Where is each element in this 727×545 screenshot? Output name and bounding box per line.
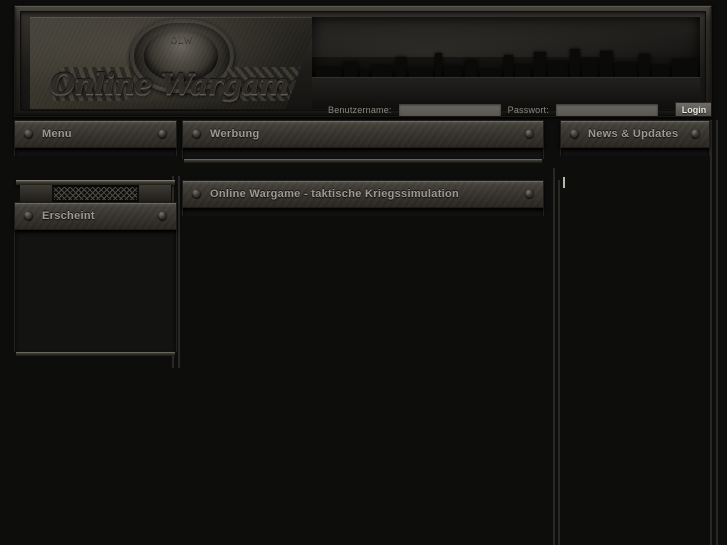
panel-erscheint-header[interactable]: Erscheint: [14, 202, 177, 230]
divider-right-inner: [558, 180, 560, 545]
rivet-icon: [192, 189, 201, 198]
password-input[interactable]: [555, 104, 658, 116]
emblem-icon: OLW: [130, 19, 234, 93]
panel-erscheint-body[interactable]: [14, 230, 177, 352]
panel-werbung: Werbung: [182, 120, 544, 163]
rivet-icon: [525, 189, 534, 198]
grille-icon: [20, 185, 171, 202]
panel-menu-header[interactable]: Menu: [14, 120, 177, 148]
rivet-icon: [158, 129, 167, 138]
panel-menu-body[interactable]: [14, 148, 177, 156]
text-cursor-caret: [563, 177, 565, 188]
werbung-bottom-rail: [184, 159, 542, 163]
divider-mid-right: [553, 168, 555, 545]
ruins-skyline-graphic: [312, 45, 700, 79]
middle-column: Werbung Online Wargame - taktische Krieg…: [182, 120, 544, 216]
rivet-icon: [525, 129, 534, 138]
panel-werbung-header[interactable]: Werbung: [182, 120, 544, 148]
panel-erscheint-title: Erscheint: [42, 210, 95, 222]
divider-page-right-edge: [710, 120, 712, 545]
wreath-decoration: [50, 61, 312, 109]
rivet-icon: [158, 211, 167, 220]
panel-menu: Menu: [14, 120, 177, 156]
page-root: OLW Online Wargame Benutzername: Passwor…: [0, 0, 727, 545]
grille-end-right: [139, 185, 171, 202]
panel-werbung-title: Werbung: [210, 128, 260, 140]
site-header-banner: OLW Online Wargame Benutzername: Passwor…: [14, 5, 712, 117]
username-input[interactable]: [398, 104, 501, 116]
rivet-icon: [24, 211, 33, 220]
divider-page-right-edge-2: [716, 120, 718, 545]
rivet-icon: [192, 129, 201, 138]
panel-news-title: News & Updates: [588, 128, 679, 140]
panel-content-title: Online Wargame - taktische Kriegssimulat…: [210, 188, 460, 200]
rivet-icon: [691, 129, 700, 138]
header-photo-banner: [312, 17, 700, 79]
site-logo-text: Online Wargame: [49, 67, 307, 101]
banner-inner-frame: OLW Online Wargame Benutzername: Passwor…: [20, 11, 711, 116]
login-button[interactable]: Login: [674, 101, 711, 116]
panel-news-body[interactable]: [560, 148, 710, 156]
emblem-label: OLW: [170, 35, 194, 45]
divider-left-column: [178, 176, 180, 368]
panel-content-body[interactable]: [182, 208, 544, 216]
panel-erscheint: Erscheint: [14, 202, 177, 356]
right-column: News & Updates: [560, 120, 710, 156]
password-label: Passwort:: [507, 105, 549, 115]
panel-news-header[interactable]: News & Updates: [560, 120, 710, 148]
logo-plaque[interactable]: OLW Online Wargame: [30, 17, 320, 109]
panel-news: News & Updates: [560, 120, 710, 156]
panel-content: Online Wargame - taktische Kriegssimulat…: [182, 180, 544, 216]
panel-werbung-body[interactable]: [182, 148, 544, 159]
username-label: Benutzername:: [328, 105, 392, 115]
erscheint-bottom-rail: [16, 352, 175, 356]
panel-menu-title: Menu: [42, 128, 72, 140]
rivet-icon: [24, 129, 33, 138]
grille-end-left: [20, 185, 52, 202]
login-form[interactable]: Benutzername: Passwort: Login: [328, 101, 711, 116]
rivet-icon: [570, 129, 579, 138]
panel-content-header[interactable]: Online Wargame - taktische Kriegssimulat…: [182, 180, 544, 208]
left-column: Menu Erscheint: [14, 120, 177, 356]
